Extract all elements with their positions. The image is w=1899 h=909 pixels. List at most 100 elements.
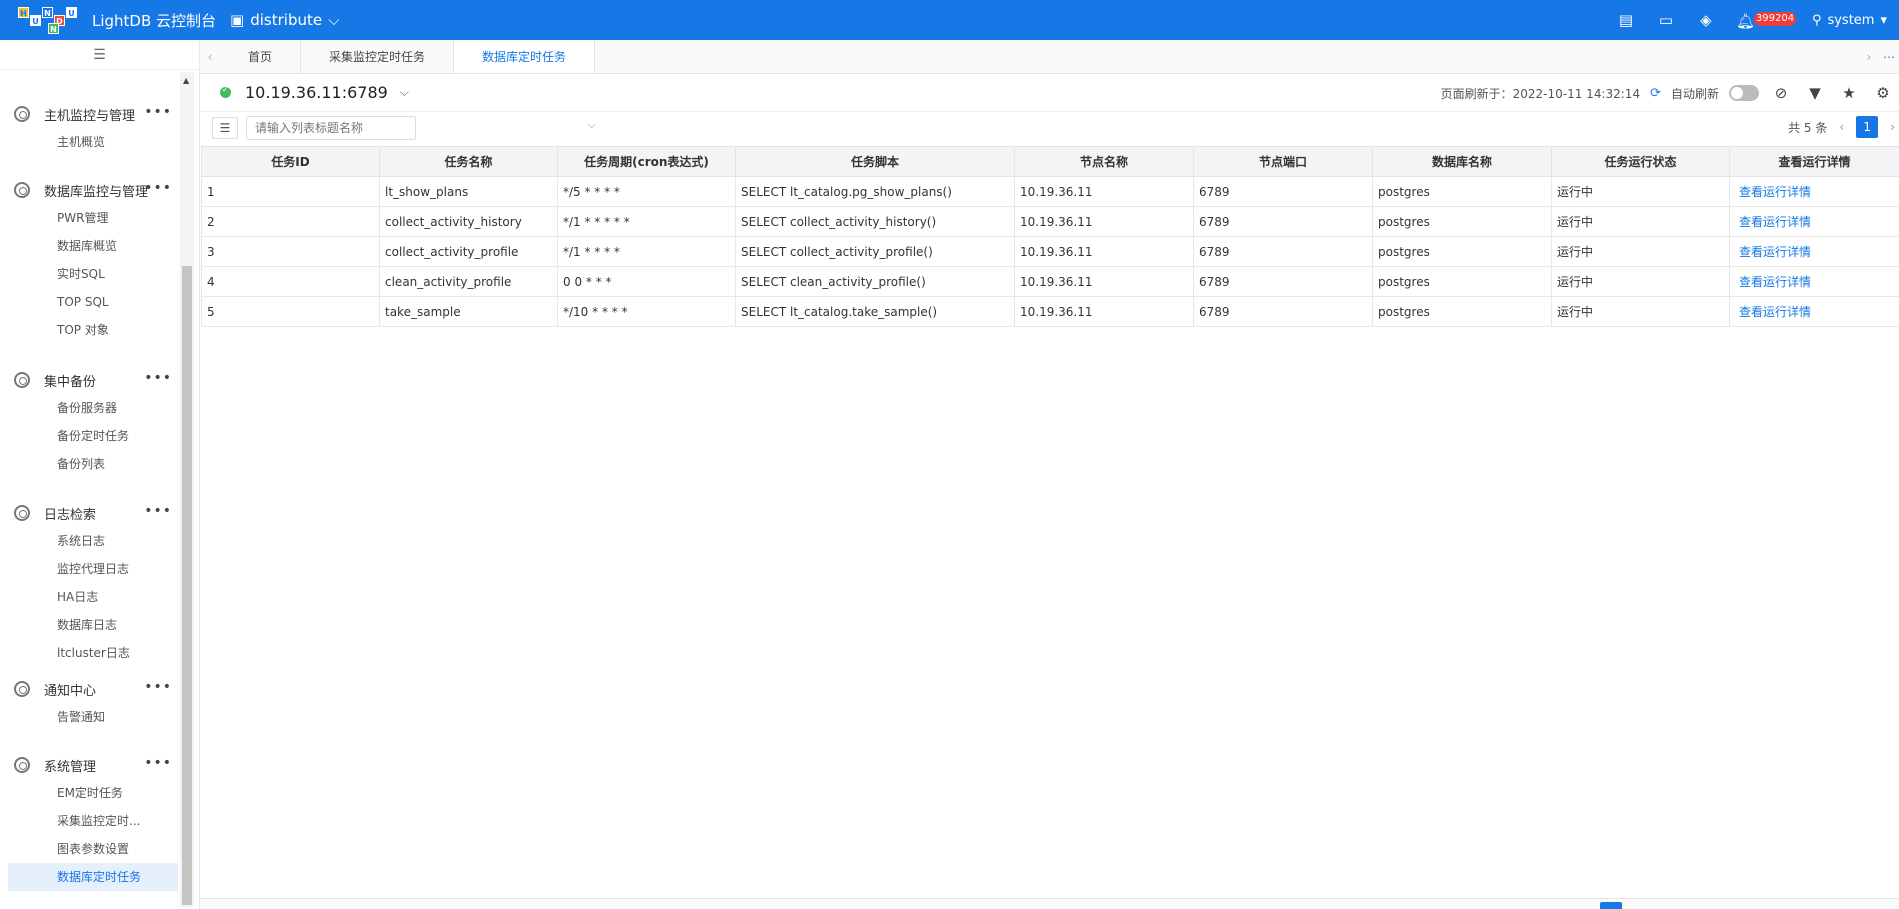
chevron-down-icon: ⌵ (328, 11, 340, 29)
sidebar-item[interactable]: 备份定时任务 (0, 422, 178, 450)
sidebar-item[interactable]: 告警通知 (0, 703, 178, 731)
sidebar-item[interactable]: TOP SQL (0, 288, 178, 316)
search-input[interactable] (246, 116, 416, 140)
sidebar-group-header[interactable]: 数据库监控与管理 ••• (0, 176, 178, 204)
tab-collect-tasks[interactable]: 采集监控定时任务 (301, 40, 455, 73)
sidebar-item[interactable]: 主机概览 (0, 128, 178, 156)
sidebar-item[interactable]: 数据库日志 (0, 611, 178, 639)
more-icon[interactable]: ••• (144, 503, 172, 519)
column-header[interactable]: 节点名称 (1014, 146, 1194, 177)
sidebar-item[interactable]: PWR管理 (0, 204, 178, 232)
view-details-link[interactable]: 查看运行详情 (1729, 206, 1899, 237)
sidebar-item[interactable]: 实时SQL (0, 260, 178, 288)
scrollbar-thumb[interactable] (182, 266, 192, 905)
page-number[interactable]: 1 (1856, 116, 1879, 138)
tab-more-icon[interactable]: ⋯ (1879, 40, 1899, 73)
chevron-down-icon[interactable]: ⌵ (588, 120, 596, 131)
prev-page-icon[interactable]: ‹ (1839, 120, 1844, 134)
sidebar-group: 通知中心 ••• 告警通知 (0, 675, 178, 731)
more-icon[interactable]: ••• (144, 104, 172, 120)
more-icon[interactable]: ••• (144, 180, 172, 196)
table-cell: 运行中 (1551, 236, 1730, 267)
view-details-link[interactable]: 查看运行详情 (1729, 296, 1899, 327)
brand-logo[interactable]: H U N D U N (18, 5, 77, 35)
sidebar-item[interactable]: 备份列表 (0, 450, 178, 478)
tab-db-tasks[interactable]: 数据库定时任务 (454, 40, 596, 73)
column-header[interactable]: 任务脚本 (735, 146, 1015, 177)
tab-prev-icon[interactable]: ‹ (200, 40, 220, 73)
filter-icon[interactable]: ▼ (1803, 84, 1827, 102)
column-header[interactable]: 数据库名称 (1372, 146, 1552, 177)
sidebar-item[interactable]: 图表参数设置 (0, 835, 178, 863)
more-icon[interactable]: ••• (144, 679, 172, 695)
view-details-link[interactable]: 查看运行详情 (1729, 266, 1899, 297)
table-row[interactable]: 1 lt_show_plans */5 * * * * SELECT lt_catal… (201, 176, 1899, 207)
sidebar-item[interactable]: EM定时任务 (0, 779, 178, 807)
settings-icon[interactable]: ⚙ (1871, 84, 1895, 102)
refresh-icon[interactable]: ⟳ (1650, 86, 1661, 101)
table-row[interactable]: 4 clean_activity_profile 0 0 * * * SELECT c… (201, 266, 1899, 297)
caret-down-icon: ▾ (1880, 12, 1887, 28)
scroll-up-icon[interactable]: ▲ (183, 76, 189, 85)
cluster-selector[interactable]: ▣ distribute ⌵ (230, 11, 339, 29)
column-header[interactable]: 任务运行状态 (1551, 146, 1730, 177)
column-header[interactable]: 任务ID (201, 146, 380, 177)
sidebar-item[interactable]: 系统日志 (0, 527, 178, 555)
sidebar-item[interactable]: TOP 对象 (0, 316, 178, 344)
sidebar-group: 数据库监控与管理 ••• PWR管理 数据库概览 实时SQL TOP SQL TOP 对象 (0, 176, 178, 344)
sidebar-item[interactable]: 监控代理日志 (0, 555, 178, 583)
table-cell: SELECT collect_activity_profile() (735, 236, 1015, 267)
table-row[interactable]: 3 collect_activity_profile */1 * * * * SELE… (201, 236, 1899, 267)
sidebar-item[interactable]: HA日志 (0, 583, 178, 611)
sidebar-item[interactable]: 备份服务器 (0, 394, 178, 422)
tab-home[interactable]: 首页 (220, 40, 302, 73)
sidebar-group-header[interactable]: 通知中心 ••• (0, 675, 178, 703)
table-row[interactable]: 5 take_sample */10 * * * * SELECT lt_catalo… (201, 296, 1899, 327)
column-header[interactable]: 节点端口 (1193, 146, 1373, 177)
table-row[interactable]: 2 collect_activity_history */1 * * * * * SE… (201, 206, 1899, 237)
column-header[interactable]: 任务名称 (379, 146, 558, 177)
sidebar-item[interactable]: 数据库概览 (0, 232, 178, 260)
tab-next-icon[interactable]: › (1859, 40, 1879, 73)
sidebar-group-header[interactable]: 系统管理 ••• (0, 751, 178, 779)
chevron-down-icon[interactable]: ⌵ (400, 85, 409, 100)
sidebar-group-header[interactable]: 主机监控与管理 ••• (0, 100, 178, 128)
table-cell: */1 * * * * (557, 236, 736, 267)
eye-off-icon[interactable]: ⊘ (1769, 84, 1793, 102)
view-details-link[interactable]: 查看运行详情 (1729, 176, 1899, 207)
terminal-icon[interactable]: ▭ (1646, 0, 1686, 40)
sidebar-item[interactable]: 采集监控定时... (0, 807, 178, 835)
column-header[interactable]: 任务周期(cron表达式) (557, 146, 736, 177)
more-icon[interactable]: ••• (144, 755, 172, 771)
more-icon[interactable]: ••• (144, 370, 172, 386)
sidebar-item[interactable]: ltcluster日志 (0, 639, 178, 667)
cube-icon[interactable]: ◈ (1686, 0, 1726, 40)
report-icon[interactable]: ▤ (1606, 0, 1646, 40)
star-icon[interactable]: ★ (1837, 84, 1861, 102)
instance-address[interactable]: 10.19.36.11:6789 (245, 83, 388, 102)
top-bar: H U N D U N LightDB 云控制台 ▣ distribute ⌵ … (0, 0, 1899, 40)
column-header[interactable]: 查看运行详情 (1729, 146, 1899, 177)
user-menu[interactable]: ⚲ system ▾ (1812, 13, 1887, 28)
view-details-link[interactable]: 查看运行详情 (1729, 236, 1899, 267)
table-cell: 1 (201, 176, 380, 207)
logo-letter: N (48, 23, 59, 34)
settings-icon (14, 505, 30, 521)
menu-fold-icon[interactable]: ☰ (0, 40, 199, 70)
footer-page-indicator[interactable] (1600, 902, 1622, 909)
settings-icon (14, 182, 30, 198)
next-page-icon[interactable]: › (1890, 120, 1895, 134)
table-cell: */5 * * * * (557, 176, 736, 207)
table-cell: 4 (201, 266, 380, 297)
settings-icon (14, 106, 30, 122)
settings-icon (14, 372, 30, 388)
table-cell: 运行中 (1551, 266, 1730, 297)
list-icon[interactable]: ☰ (212, 117, 238, 139)
sidebar-item[interactable]: 数据库定时任务 (8, 863, 178, 891)
sidebar-scrollbar[interactable]: ▲ (180, 72, 194, 907)
table-cell: */10 * * * * (557, 296, 736, 327)
sidebar-group-header[interactable]: 日志检索 ••• (0, 499, 178, 527)
auto-refresh-toggle[interactable] (1729, 85, 1759, 101)
notifications-button[interactable]: 🔔︎ 399204 (1726, 0, 1797, 40)
sidebar-group-header[interactable]: 集中备份 ••• (0, 366, 178, 394)
